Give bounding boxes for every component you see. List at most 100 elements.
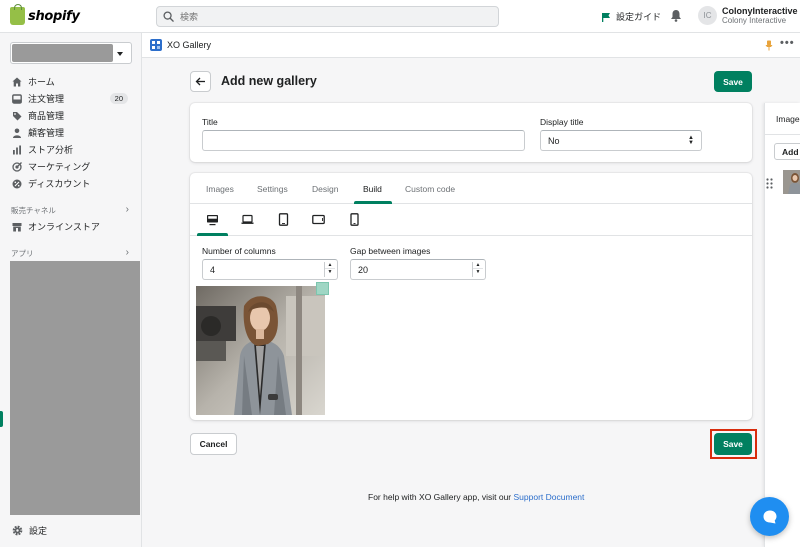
sidebar-item-products[interactable]: 商品管理	[0, 107, 142, 124]
support-document-link[interactable]: Support Document	[514, 492, 585, 502]
active-app-indicator	[0, 411, 3, 427]
xo-gallery-app-icon	[150, 39, 162, 51]
avatar[interactable]: IC	[698, 6, 717, 25]
save-button-bottom[interactable]: Save	[714, 433, 752, 455]
shopify-bag-icon	[10, 4, 25, 25]
apps-list-redacted	[10, 261, 140, 515]
settings-label: 設定	[29, 526, 48, 536]
images-side-panel: Images Add images	[764, 103, 800, 547]
mobile-view-button[interactable]	[347, 213, 361, 226]
gap-input[interactable]: 20 ▲ ▼	[350, 259, 486, 280]
laptop-icon	[241, 214, 253, 224]
tab-custom-code[interactable]: Custom code	[405, 184, 455, 194]
sidebar-item-label: ディスカウント	[28, 179, 91, 189]
add-images-button[interactable]: Add images	[774, 143, 800, 160]
image-resize-handle[interactable]	[316, 282, 329, 295]
arrow-left-icon	[195, 77, 205, 86]
columns-input[interactable]: 4 ▲ ▼	[202, 259, 338, 280]
save-button-top[interactable]: Save	[714, 71, 752, 92]
person-icon	[13, 128, 21, 138]
pin-button[interactable]	[765, 40, 773, 53]
app-header: XO Gallery •••	[142, 33, 800, 58]
caret-down-icon	[117, 52, 123, 56]
display-title-select[interactable]: No ▲ ▼	[540, 130, 702, 151]
stepper-down-icon[interactable]: ▼	[325, 269, 335, 276]
back-button[interactable]	[190, 71, 211, 92]
top-bar: shopify 設定ガイド IC ColonyInteractive Colon…	[0, 0, 800, 33]
tab-images[interactable]: Images	[206, 184, 234, 194]
image-thumbnail[interactable]	[783, 170, 800, 194]
sidebar-item-analytics[interactable]: ストア分析	[0, 141, 142, 158]
cancel-button[interactable]: Cancel	[190, 433, 237, 455]
stepper-down-icon[interactable]: ▼	[473, 269, 483, 276]
columns-stepper[interactable]: ▲ ▼	[324, 262, 335, 277]
apps-header[interactable]: アプリ ›	[11, 247, 129, 259]
setup-guide-button[interactable]: 設定ガイド	[601, 10, 661, 23]
gap-stepper[interactable]: ▲ ▼	[472, 262, 483, 277]
mobile-icon	[349, 213, 359, 226]
sidebar-item-label: 注文管理	[28, 94, 65, 104]
sidebar-item-label: ストア分析	[28, 145, 74, 155]
help-text: For help with XO Gallery app, visit our	[368, 492, 512, 502]
sidebar-item-settings[interactable]: 設定	[12, 524, 47, 537]
store-selector[interactable]	[10, 42, 132, 64]
more-options-icon[interactable]: •••	[780, 37, 795, 49]
marketing-icon	[12, 161, 22, 172]
sidebar-nav: ホーム 注文管理 20 商品管理 顧客管理 ストア分析 マーケティング ディスカ…	[0, 73, 142, 192]
display-title-value: No	[548, 135, 560, 146]
search-input[interactable]	[180, 11, 480, 22]
home-icon	[12, 77, 22, 86]
store-icon	[12, 222, 22, 231]
stepper-up-icon[interactable]: ▲	[325, 262, 335, 269]
desktop-view-button[interactable]	[205, 213, 219, 226]
woman-in-coat-photo	[196, 286, 325, 415]
drag-handle[interactable]	[766, 178, 773, 191]
title-label: Title	[202, 117, 218, 127]
sidebar-item-orders[interactable]: 注文管理 20	[0, 90, 142, 107]
sales-channels-label: 販売チャネル	[11, 206, 56, 215]
setup-guide-label: 設定ガイド	[616, 12, 662, 22]
logo-text: shopify	[28, 8, 80, 24]
search-bar[interactable]	[156, 6, 499, 27]
analytics-icon	[13, 145, 21, 154]
tag-icon	[13, 111, 22, 120]
sidebar-item-label: オンラインストア	[28, 222, 100, 232]
gallery-title-card: Title Display title No ▲ ▼	[190, 103, 752, 162]
active-device-indicator	[197, 233, 228, 236]
help-footer: For help with XO Gallery app, visit our …	[368, 492, 584, 502]
chat-button[interactable]	[750, 497, 789, 536]
pin-icon	[765, 40, 773, 51]
orders-icon	[12, 93, 22, 104]
chat-bubble-icon	[763, 510, 776, 523]
tab-design[interactable]: Design	[312, 184, 338, 194]
tab-settings[interactable]: Settings	[257, 184, 288, 194]
app-name: XO Gallery	[167, 40, 212, 50]
store-selector-redacted	[12, 44, 113, 62]
tab-bar: Images Settings Design Build Custom code	[190, 173, 752, 204]
orders-count-badge: 20	[109, 93, 128, 104]
shopify-logo[interactable]: shopify	[10, 4, 80, 25]
chevron-right-icon: ›	[125, 204, 129, 215]
images-panel-title: Images	[776, 114, 800, 124]
title-input[interactable]	[202, 130, 525, 151]
sidebar-item-discounts[interactable]: ディスカウント	[0, 175, 142, 192]
tablet-landscape-view-button[interactable]	[311, 213, 325, 226]
sales-channels-header[interactable]: 販売チャネル ›	[11, 204, 129, 216]
sidebar-item-online-store[interactable]: オンラインストア	[0, 218, 142, 235]
drag-handle-icon	[766, 178, 773, 189]
tablet-view-button[interactable]	[276, 213, 290, 226]
store-name: Colony Interactive	[722, 16, 787, 25]
notification-button[interactable]	[670, 9, 682, 24]
tab-build[interactable]: Build	[363, 184, 382, 194]
sidebar-item-customers[interactable]: 顧客管理	[0, 124, 142, 141]
stepper-up-icon[interactable]: ▲	[473, 262, 483, 269]
gallery-image-preview[interactable]	[196, 286, 325, 415]
sidebar-item-home[interactable]: ホーム	[0, 73, 142, 90]
sidebar-item-label: ホーム	[28, 77, 55, 87]
device-preview-bar	[190, 204, 752, 236]
columns-label: Number of columns	[202, 246, 276, 256]
user-menu[interactable]: ColonyInteractive Colony Interactive	[722, 6, 798, 26]
desktop-icon	[206, 214, 218, 225]
sidebar-item-marketing[interactable]: マーケティング	[0, 158, 142, 175]
laptop-view-button[interactable]	[240, 213, 254, 226]
